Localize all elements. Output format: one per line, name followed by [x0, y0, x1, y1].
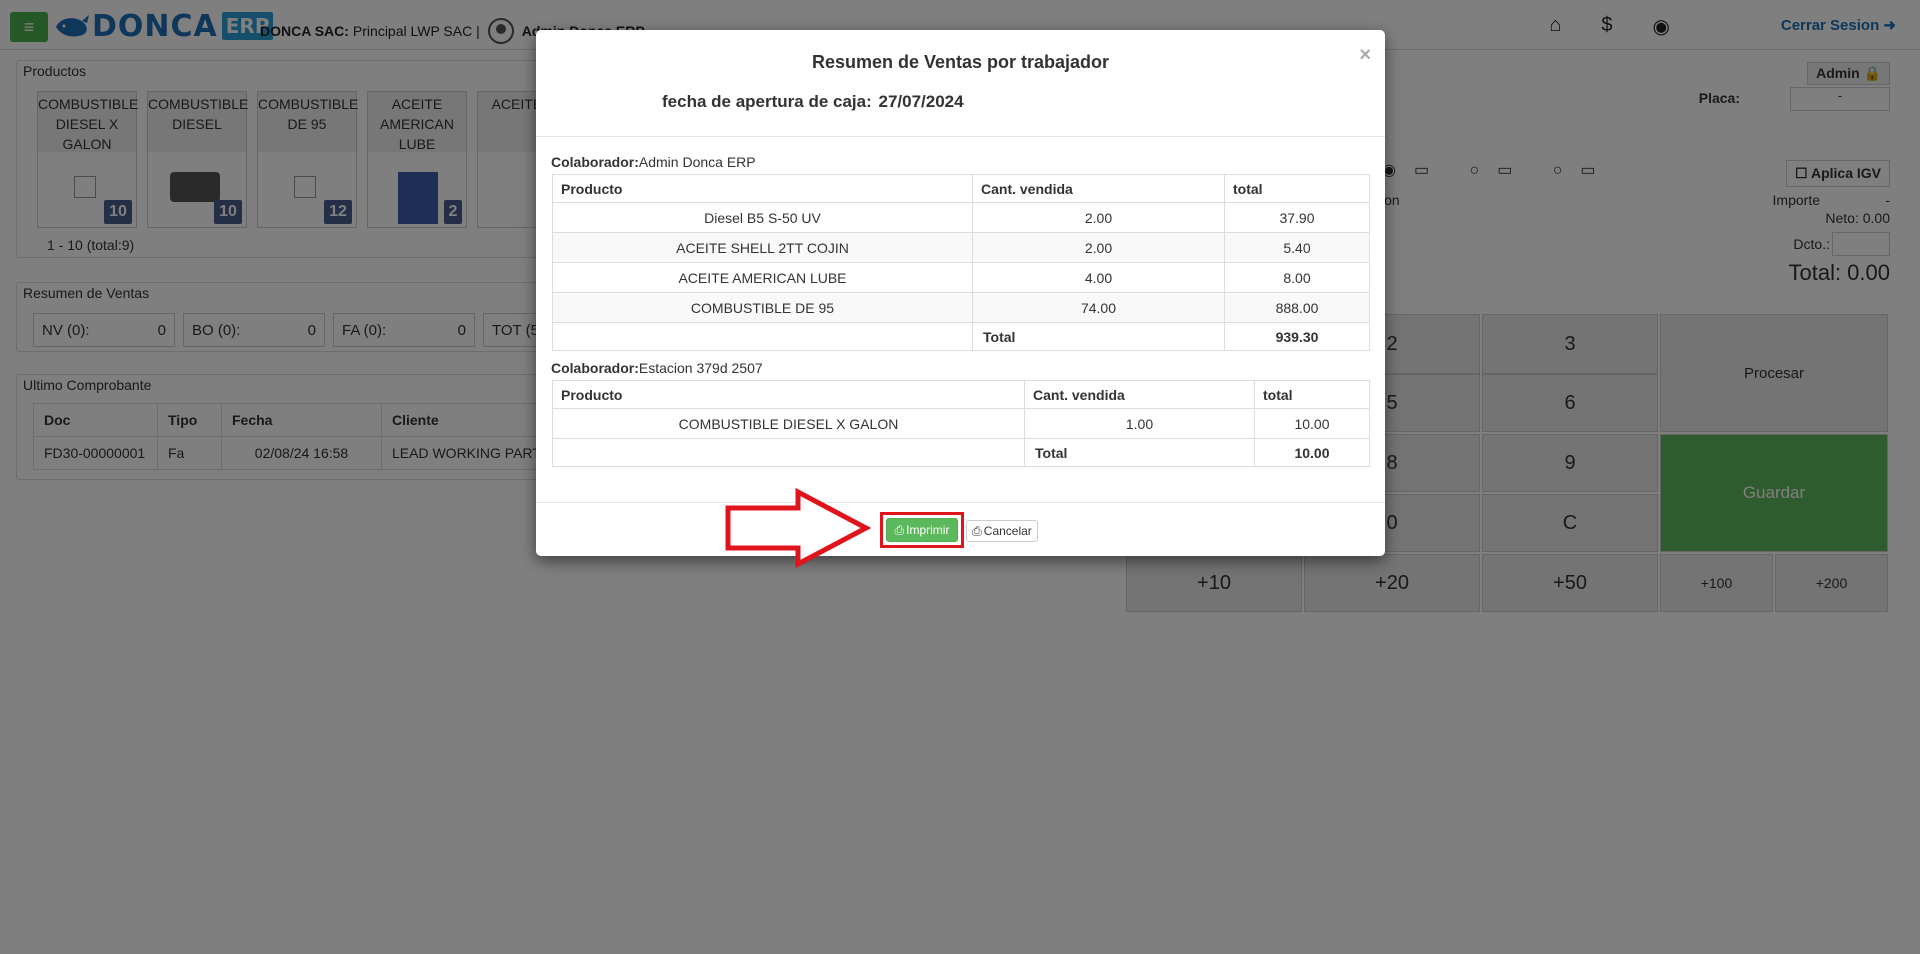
- table-cell: ACEITE AMERICAN LUBE: [552, 262, 973, 293]
- column-header: total: [1224, 174, 1370, 203]
- printer-icon: ⎙: [894, 522, 905, 537]
- collaborator-label: Colaborador:: [551, 154, 639, 170]
- table-cell: 10.00: [1254, 408, 1370, 439]
- total-value: 10.00: [1254, 438, 1370, 467]
- sales-table-2: Producto Cant. vendida total COMBUSTIBLE…: [552, 380, 1370, 467]
- collaborator-name: Estacion 379d 2507: [638, 360, 763, 376]
- cancel-button[interactable]: ⎙ Cancelar: [966, 520, 1038, 542]
- table-cell: 74.00: [972, 292, 1225, 323]
- print-label: Imprimir: [906, 523, 950, 537]
- modal-title: Resumen de Ventas por trabajador: [811, 52, 1110, 72]
- table-cell: COMBUSTIBLE DE 95: [552, 292, 973, 323]
- table-row: COMBUSTIBLE DIESEL X GALON 1.00 10.00: [552, 408, 1370, 439]
- sales-table-1: Producto Cant. vendida total Diesel B5 S…: [552, 174, 1370, 351]
- column-header: Producto: [552, 380, 1025, 409]
- table-cell: 2.00: [972, 232, 1225, 263]
- table-row: Diesel B5 S-50 UV 2.00 37.90: [552, 202, 1370, 233]
- table-cell: Diesel B5 S-50 UV: [552, 202, 973, 233]
- collaborator-name: Admin Donca ERP: [638, 154, 756, 170]
- opening-date-value: 27/07/2024: [878, 92, 964, 111]
- table-cell: 8.00: [1224, 262, 1370, 293]
- collaborator-heading: Colaborador:Estacion 379d 2507: [551, 360, 763, 376]
- pointer-arrow-icon: [725, 488, 872, 568]
- collaborator-heading: Colaborador:Admin Donca ERP: [551, 154, 756, 170]
- column-header: Cant. vendida: [972, 174, 1225, 203]
- cancel-label: Cancelar: [983, 524, 1032, 538]
- table-row: ACEITE AMERICAN LUBE 4.00 8.00: [552, 262, 1370, 293]
- table-header-row: Producto Cant. vendida total: [552, 174, 1370, 203]
- collaborator-label: Colaborador:: [551, 360, 639, 376]
- table-cell: 37.90: [1224, 202, 1370, 233]
- divider: [536, 136, 1385, 137]
- table-header-row: Producto Cant. vendida total: [552, 380, 1370, 409]
- print-button-highlight: ⎙ Imprimir: [880, 512, 964, 548]
- table-cell: 1.00: [1024, 408, 1255, 439]
- sales-summary-modal: × Resumen de Ventas por trabajador fecha…: [536, 30, 1385, 568]
- table-cell: ACEITE SHELL 2TT COJIN: [552, 232, 973, 263]
- table-row: ACEITE SHELL 2TT COJIN 2.00 5.40: [552, 232, 1370, 263]
- table-cell: 888.00: [1224, 292, 1370, 323]
- printer-icon: ⎙: [972, 523, 982, 538]
- total-row: Total 10.00: [552, 438, 1370, 467]
- column-header: Producto: [552, 174, 973, 203]
- table-cell: 2.00: [972, 202, 1225, 233]
- table-row: COMBUSTIBLE DE 95 74.00 888.00: [552, 292, 1370, 323]
- table-cell: [552, 322, 973, 351]
- table-cell: [552, 438, 1025, 467]
- opening-date-label: fecha de apertura de caja:: [662, 92, 872, 111]
- column-header: total: [1254, 380, 1370, 409]
- total-row: Total 939.30: [552, 322, 1370, 351]
- total-label: Total: [972, 322, 1225, 351]
- opening-date: fecha de apertura de caja: 27/07/2024: [660, 92, 964, 112]
- total-value: 939.30: [1224, 322, 1370, 351]
- table-cell: 4.00: [972, 262, 1225, 293]
- column-header: Cant. vendida: [1024, 380, 1255, 409]
- table-cell: 5.40: [1224, 232, 1370, 263]
- print-button[interactable]: ⎙ Imprimir: [886, 518, 958, 542]
- total-label: Total: [1024, 438, 1255, 467]
- divider: [536, 502, 1385, 503]
- table-cell: COMBUSTIBLE DIESEL X GALON: [552, 408, 1025, 439]
